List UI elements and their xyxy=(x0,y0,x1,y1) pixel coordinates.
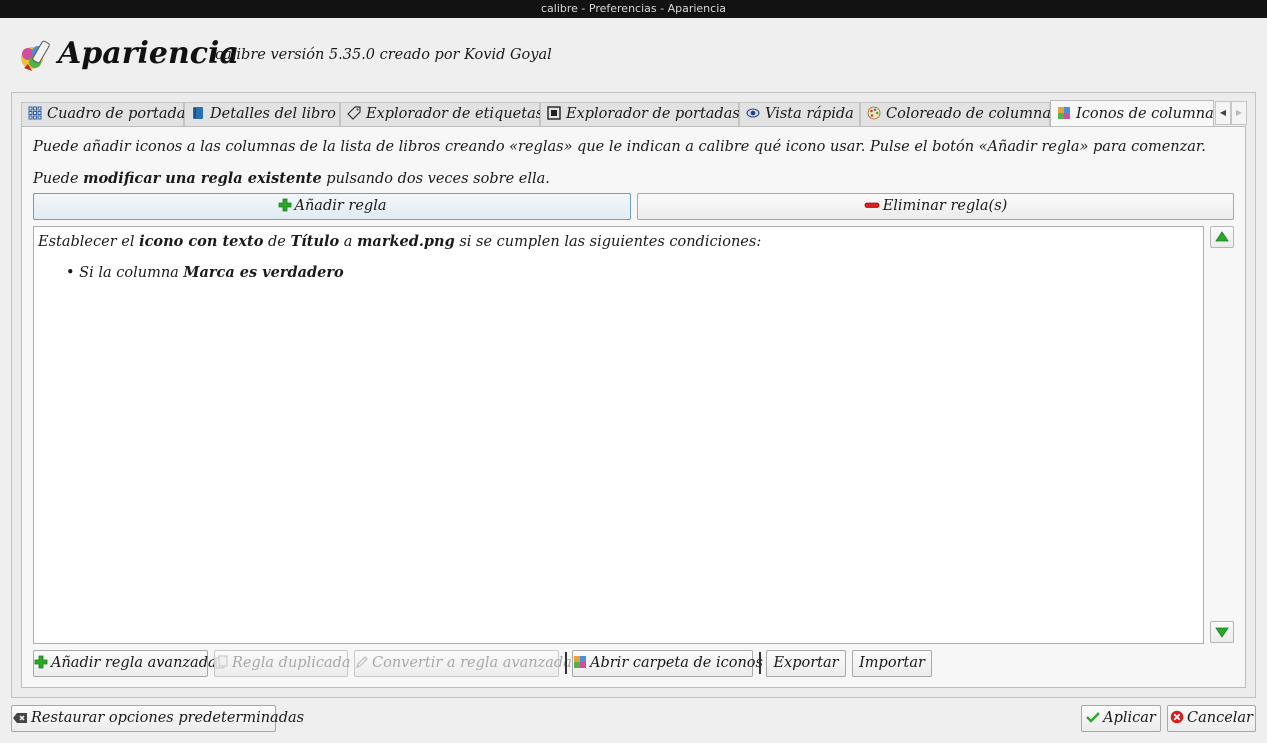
help-text: Puede añadir iconos a las columnas de la… xyxy=(33,139,1206,155)
import-button[interactable]: Importar xyxy=(852,650,932,677)
rule-text-part: de xyxy=(263,234,291,250)
eye-icon xyxy=(746,108,760,118)
rule-text-part: si se cumplen las siguientes condiciones… xyxy=(454,234,762,250)
add-advanced-rule-button[interactable]: Añadir regla avanzada xyxy=(33,650,217,677)
tab-column-icons[interactable]: Iconos de columna xyxy=(1050,100,1214,127)
tab-column-coloring[interactable]: Coloreado de columna xyxy=(860,102,1052,126)
condition-text: Si la columna xyxy=(79,265,184,281)
add-rule-button[interactable]: Añadir regla xyxy=(33,193,631,220)
tag-icon xyxy=(347,106,361,120)
tab-cover-browser[interactable]: Explorador de portadas xyxy=(540,102,740,126)
clear-icon xyxy=(13,713,27,723)
tab-label: Detalles del libro xyxy=(210,106,336,122)
import-label: Importar xyxy=(859,655,925,671)
open-icon-folder-label: Abrir carpeta de iconos xyxy=(590,655,763,671)
grid-icon xyxy=(28,106,42,120)
tab-scroll-left-button[interactable]: ◀ xyxy=(1215,101,1231,125)
tab-label: Iconos de columna xyxy=(1076,106,1214,122)
help-text-part: pulsando dos veces sobre ella. xyxy=(321,171,550,187)
apply-button[interactable]: Aplicar xyxy=(1081,705,1161,732)
bullet-icon: • xyxy=(66,265,75,281)
remove-rules-label: Eliminar regla(s) xyxy=(882,198,1008,214)
add-advanced-rule-label: Añadir regla avanzada xyxy=(51,655,217,671)
tab-label: Explorador de etiquetas xyxy=(366,106,544,122)
toolbar-separator xyxy=(759,652,761,674)
palette-icon xyxy=(867,106,881,120)
remove-rules-button[interactable]: Eliminar regla(s) xyxy=(637,193,1234,220)
toolbar-separator xyxy=(565,652,567,674)
cover-icon xyxy=(547,106,561,120)
icon-folder-icon xyxy=(574,656,586,668)
version-label: calibre versión 5.35.0 creado por Kovid … xyxy=(215,47,552,63)
tab-book-details[interactable]: Detalles del libro xyxy=(184,102,340,126)
rules-list[interactable] xyxy=(33,226,1204,644)
condition-text-bold: Marca es verdadero xyxy=(183,264,344,281)
help-text-edit: Puede modificar una regla existente puls… xyxy=(33,170,550,187)
tab-cover-grid[interactable]: Cuadro de portadas xyxy=(21,102,193,126)
move-down-button[interactable] xyxy=(1210,621,1234,643)
window-titlebar: calibre - Preferencias - Apariencia xyxy=(0,0,1267,18)
tab-quickview[interactable]: Vista rápida xyxy=(739,102,860,126)
tab-label: Vista rápida xyxy=(765,106,854,122)
book-icon xyxy=(193,107,203,119)
rule-condition: • Si la columna Marca es verdadero xyxy=(66,264,344,281)
add-rule-label: Añadir regla xyxy=(294,198,387,214)
apply-label: Aplicar xyxy=(1103,710,1156,726)
plus-icon xyxy=(278,198,291,212)
rule-text-part: Establecer el xyxy=(38,234,140,250)
tab-tag-browser[interactable]: Explorador de etiquetas xyxy=(340,102,544,126)
convert-advanced-button[interactable]: Convertir a regla avanzada xyxy=(354,650,572,677)
cancel-button[interactable]: Cancelar xyxy=(1167,705,1256,732)
arrow-up-icon xyxy=(1215,231,1229,242)
open-icon-folder-button[interactable]: Abrir carpeta de iconos xyxy=(572,650,763,677)
column-icons-icon xyxy=(1058,107,1070,119)
export-button[interactable]: Exportar xyxy=(766,650,846,677)
duplicate-rule-label: Regla duplicada xyxy=(232,655,351,671)
help-text-bold: modificar una regla existente xyxy=(83,170,322,187)
tab-scroll-buttons: ◀ ▶ xyxy=(1215,101,1247,125)
help-text-part: Puede xyxy=(33,171,84,187)
cancel-icon xyxy=(1170,710,1184,724)
export-label: Exportar xyxy=(773,655,839,671)
cancel-label: Cancelar xyxy=(1187,710,1253,726)
minus-icon xyxy=(864,202,880,208)
tab-label: Cuadro de portadas xyxy=(47,106,193,122)
check-icon xyxy=(1086,712,1100,723)
rule-text-bold: icono con texto xyxy=(139,233,264,250)
duplicate-rule-button[interactable]: Regla duplicada xyxy=(214,650,351,677)
plus-icon xyxy=(34,655,48,669)
move-up-button[interactable] xyxy=(1210,226,1234,248)
rule-item[interactable]: Establecer el icono con texto de Título … xyxy=(38,233,761,250)
copy-icon xyxy=(215,655,228,669)
tab-label: Coloreado de columna xyxy=(886,106,1052,122)
restore-defaults-button[interactable]: Restaurar opciones predeterminadas xyxy=(11,705,304,732)
convert-advanced-label: Convertir a regla avanzada xyxy=(372,655,572,671)
calibre-logo-icon xyxy=(21,40,50,71)
rule-text-bold: Título xyxy=(290,233,340,250)
rule-text-part: a xyxy=(339,234,358,250)
tab-scroll-right-button[interactable]: ▶ xyxy=(1231,101,1247,125)
restore-defaults-label: Restaurar opciones predeterminadas xyxy=(31,710,305,726)
pencil-icon xyxy=(356,656,368,668)
page-title: Apariencia xyxy=(58,36,239,71)
tab-label: Explorador de portadas xyxy=(566,106,740,122)
rule-text-bold: marked.png xyxy=(357,233,455,250)
arrow-down-icon xyxy=(1215,627,1229,638)
